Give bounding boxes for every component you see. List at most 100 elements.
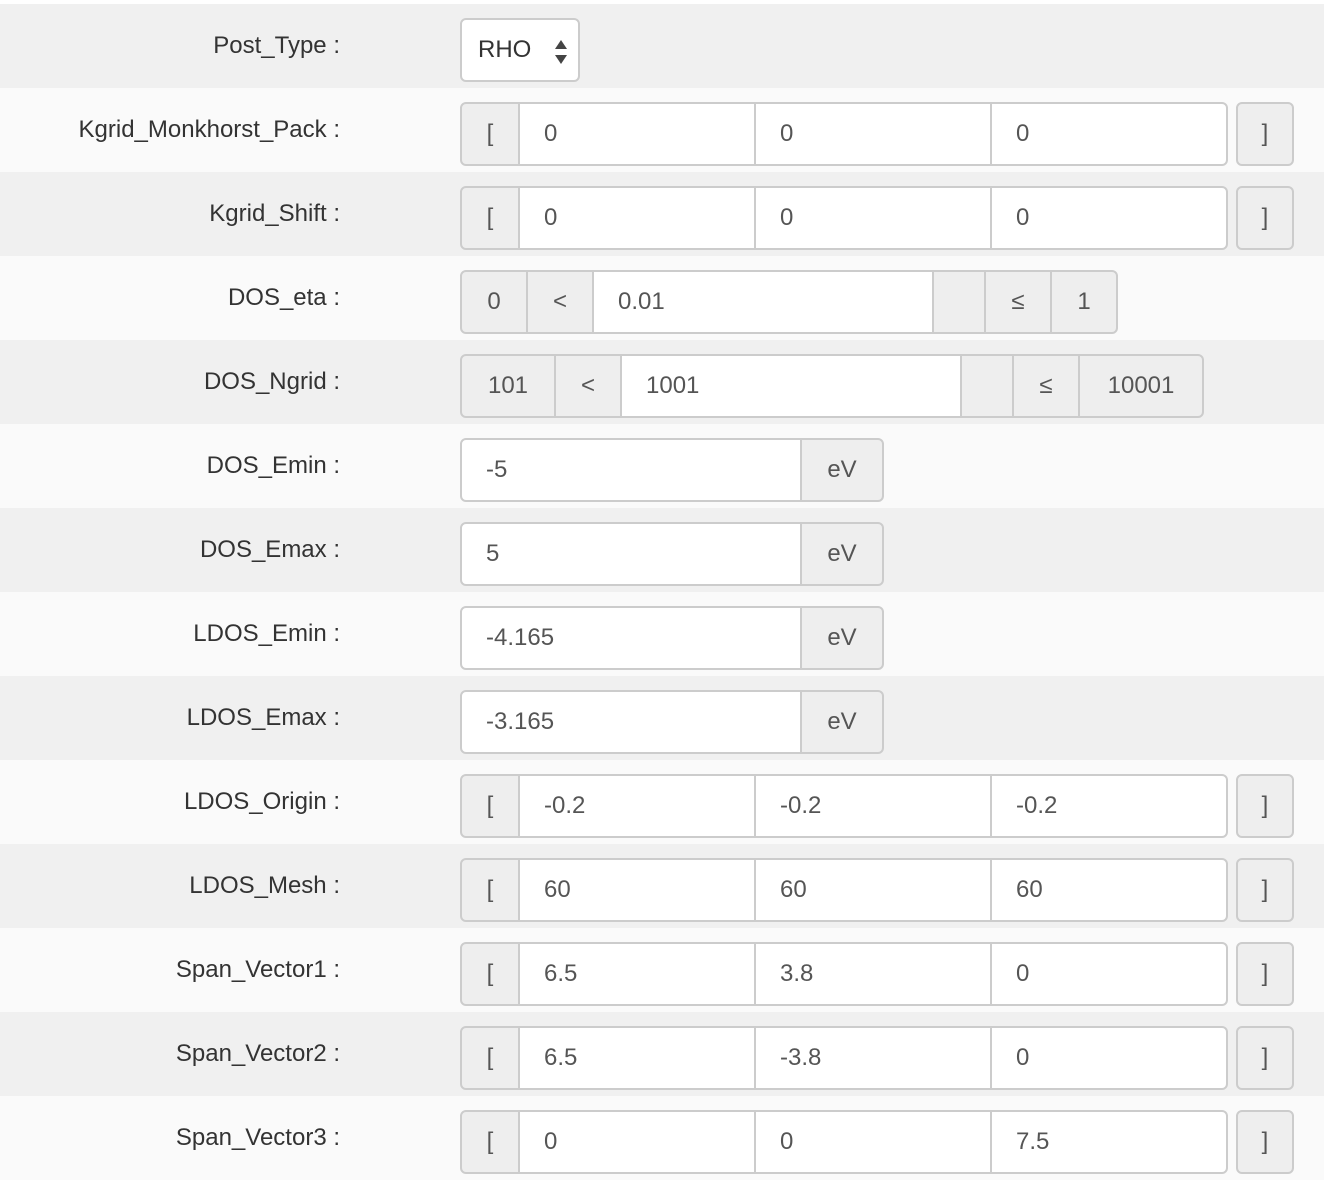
ldos-mesh-z-input[interactable]: 60 [990, 858, 1228, 922]
post-type-label: Post_Type : [213, 32, 340, 59]
less-than-sign: < [526, 270, 594, 334]
dos-emin-label: DOS_Emin : [206, 452, 340, 479]
span-vector2-label: Span_Vector2 : [175, 1040, 340, 1067]
span-vector3-y-input[interactable]: 0 [754, 1110, 992, 1174]
span-vector1-label: Span_Vector1 : [175, 956, 340, 983]
kgrid-monkhorst-pack-y-input[interactable]: 0 [754, 102, 992, 166]
close-bracket: ] [1236, 102, 1294, 166]
ldos-origin-y-input[interactable]: -0.2 [754, 774, 992, 838]
dos-eta-range: 0 < 0.01 ≤ 1 [460, 270, 1118, 334]
dos-ngrid-input[interactable]: 1001 [620, 354, 962, 418]
ldos-origin-x-input[interactable]: -0.2 [518, 774, 756, 838]
close-bracket: ] [1236, 858, 1294, 922]
span-vector2-y-input[interactable]: -3.8 [754, 1026, 992, 1090]
row-post-type: Post_Type : RHO [0, 4, 1324, 88]
dos-ngrid-max: 10001 [1078, 354, 1204, 418]
dos-eta-empty-addon [932, 270, 986, 334]
dos-emax-group: 5 eV [460, 522, 884, 586]
kgrid-monkhorst-pack-z-input[interactable]: 0 [990, 102, 1228, 166]
row-dos-emax: DOS_Emax : 5 eV [0, 508, 1324, 592]
dos-emax-input[interactable]: 5 [460, 522, 802, 586]
ldos-mesh-y-input[interactable]: 60 [754, 858, 992, 922]
close-bracket: ] [1236, 774, 1294, 838]
post-processing-form: Post_Type : RHO Kgrid_Monkhorst_Pack : [… [0, 0, 1324, 1180]
ldos-mesh-x-input[interactable]: 60 [518, 858, 756, 922]
span-vector1-y-input[interactable]: 3.8 [754, 942, 992, 1006]
span-vector3-vector: [ 0 0 7.5 ] [460, 1110, 1294, 1174]
span-vector2-z-input[interactable]: 0 [990, 1026, 1228, 1090]
up-down-arrows-icon [555, 40, 567, 64]
unit-ev: eV [800, 606, 884, 670]
unit-ev: eV [800, 438, 884, 502]
row-ldos-origin: LDOS_Origin : [ -0.2 -0.2 -0.2 ] [0, 760, 1324, 844]
unit-ev: eV [800, 522, 884, 586]
row-kgrid-monkhorst-pack: Kgrid_Monkhorst_Pack : [ 0 0 0 ] [0, 88, 1324, 172]
dos-emin-group: -5 eV [460, 438, 884, 502]
kgrid-shift-z-input[interactable]: 0 [990, 186, 1228, 250]
ldos-emax-label: LDOS_Emax : [186, 704, 340, 731]
ldos-origin-vector: [ -0.2 -0.2 -0.2 ] [460, 774, 1294, 838]
row-ldos-emin: LDOS_Emin : -4.165 eV [0, 592, 1324, 676]
kgrid-shift-vector: [ 0 0 0 ] [460, 186, 1294, 250]
ldos-emax-group: -3.165 eV [460, 690, 884, 754]
span-vector3-z-input[interactable]: 7.5 [990, 1110, 1228, 1174]
unit-ev: eV [800, 690, 884, 754]
span-vector1-x-input[interactable]: 6.5 [518, 942, 756, 1006]
ldos-origin-z-input[interactable]: -0.2 [990, 774, 1228, 838]
dos-emin-input[interactable]: -5 [460, 438, 802, 502]
row-span-vector3: Span_Vector3 : [ 0 0 7.5 ] [0, 1096, 1324, 1180]
row-dos-eta: DOS_eta : 0 < 0.01 ≤ 1 [0, 256, 1324, 340]
dos-eta-min: 0 [460, 270, 528, 334]
span-vector1-z-input[interactable]: 0 [990, 942, 1228, 1006]
open-bracket: [ [460, 186, 520, 250]
dos-eta-input[interactable]: 0.01 [592, 270, 934, 334]
open-bracket: [ [460, 858, 520, 922]
dos-emax-label: DOS_Emax : [199, 536, 340, 563]
row-kgrid-shift: Kgrid_Shift : [ 0 0 0 ] [0, 172, 1324, 256]
close-bracket: ] [1236, 1026, 1294, 1090]
kgrid-shift-label: Kgrid_Shift : [209, 200, 340, 227]
ldos-emin-label: LDOS_Emin : [193, 620, 340, 647]
row-ldos-mesh: LDOS_Mesh : [ 60 60 60 ] [0, 844, 1324, 928]
less-than-sign: < [554, 354, 622, 418]
kgrid-monkhorst-pack-vector: [ 0 0 0 ] [460, 102, 1294, 166]
close-bracket: ] [1236, 942, 1294, 1006]
kgrid-shift-y-input[interactable]: 0 [754, 186, 992, 250]
less-equal-sign: ≤ [1012, 354, 1080, 418]
ldos-emin-group: -4.165 eV [460, 606, 884, 670]
row-span-vector1: Span_Vector1 : [ 6.5 3.8 0 ] [0, 928, 1324, 1012]
open-bracket: [ [460, 774, 520, 838]
open-bracket: [ [460, 1026, 520, 1090]
span-vector3-label: Span_Vector3 : [175, 1124, 340, 1151]
span-vector1-vector: [ 6.5 3.8 0 ] [460, 942, 1294, 1006]
dos-eta-max: 1 [1050, 270, 1118, 334]
close-bracket: ] [1236, 1110, 1294, 1174]
span-vector2-vector: [ 6.5 -3.8 0 ] [460, 1026, 1294, 1090]
close-bracket: ] [1236, 186, 1294, 250]
row-span-vector2: Span_Vector2 : [ 6.5 -3.8 0 ] [0, 1012, 1324, 1096]
post-type-select[interactable]: RHO [460, 18, 580, 82]
ldos-emax-input[interactable]: -3.165 [460, 690, 802, 754]
kgrid-shift-x-input[interactable]: 0 [518, 186, 756, 250]
kgrid-monkhorst-pack-x-input[interactable]: 0 [518, 102, 756, 166]
ldos-origin-label: LDOS_Origin : [183, 788, 340, 815]
row-dos-ngrid: DOS_Ngrid : 101 < 1001 ≤ 10001 [0, 340, 1324, 424]
open-bracket: [ [460, 942, 520, 1006]
dos-ngrid-range: 101 < 1001 ≤ 10001 [460, 354, 1204, 418]
less-equal-sign: ≤ [984, 270, 1052, 334]
row-ldos-emax: LDOS_Emax : -3.165 eV [0, 676, 1324, 760]
open-bracket: [ [460, 1110, 520, 1174]
dos-ngrid-label: DOS_Ngrid : [203, 368, 340, 395]
dos-ngrid-empty-addon [960, 354, 1014, 418]
kgrid-monkhorst-pack-label: Kgrid_Monkhorst_Pack : [78, 116, 340, 143]
open-bracket: [ [460, 102, 520, 166]
ldos-emin-input[interactable]: -4.165 [460, 606, 802, 670]
ldos-mesh-vector: [ 60 60 60 ] [460, 858, 1294, 922]
dos-ngrid-min: 101 [460, 354, 556, 418]
dos-eta-label: DOS_eta : [227, 284, 340, 311]
span-vector2-x-input[interactable]: 6.5 [518, 1026, 756, 1090]
ldos-mesh-label: LDOS_Mesh : [189, 872, 340, 899]
span-vector3-x-input[interactable]: 0 [518, 1110, 756, 1174]
post-type-value: RHO [478, 36, 532, 63]
row-dos-emin: DOS_Emin : -5 eV [0, 424, 1324, 508]
